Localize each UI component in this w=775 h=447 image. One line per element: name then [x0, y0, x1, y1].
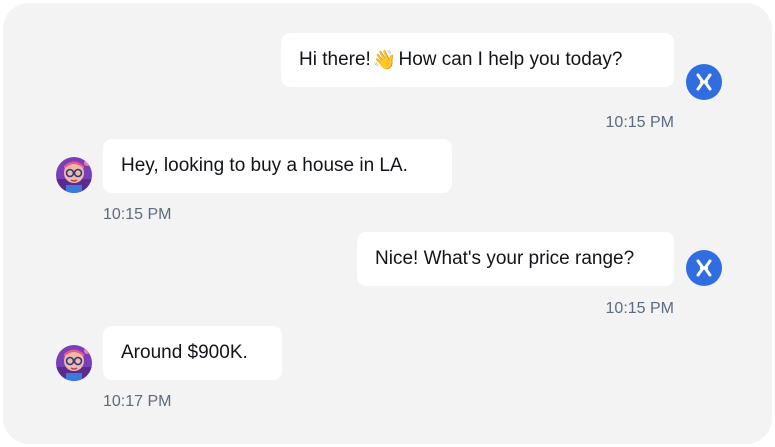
- message-text: Hey, looking to buy a house in LA.: [121, 155, 408, 176]
- chat-panel: Hi there! 👋 How can I help you today? 10…: [3, 3, 772, 444]
- message-text: Nice! What's your price range?: [375, 248, 635, 269]
- agent-message-bubble: Nice! What's your price range?: [357, 232, 674, 286]
- cartoon-avatar-icon: [56, 345, 92, 381]
- message-timestamp: 10:17 PM: [103, 393, 172, 410]
- agent-avatar: [686, 250, 722, 286]
- message-timestamp: 10:15 PM: [103, 206, 172, 223]
- message-timestamp: 10:15 PM: [605, 114, 674, 131]
- message-text: How can I help you today?: [398, 49, 623, 70]
- user-avatar: [56, 345, 92, 381]
- agent-message-bubble: Hi there! 👋 How can I help you today?: [281, 33, 674, 87]
- message-timestamp: 10:15 PM: [605, 300, 674, 317]
- waving-hand-emoji: 👋: [372, 50, 397, 71]
- user-avatar: [56, 157, 92, 193]
- user-message-bubble: Around $900K.: [103, 326, 282, 380]
- message-text: Hi there!: [299, 49, 371, 70]
- agent-avatar: [686, 64, 722, 100]
- message-text: Around $900K.: [121, 342, 248, 363]
- cartoon-avatar-icon: [56, 157, 92, 193]
- x-logo-icon: [696, 259, 712, 277]
- x-logo-icon: [696, 73, 712, 91]
- user-message-bubble: Hey, looking to buy a house in LA.: [103, 139, 452, 193]
